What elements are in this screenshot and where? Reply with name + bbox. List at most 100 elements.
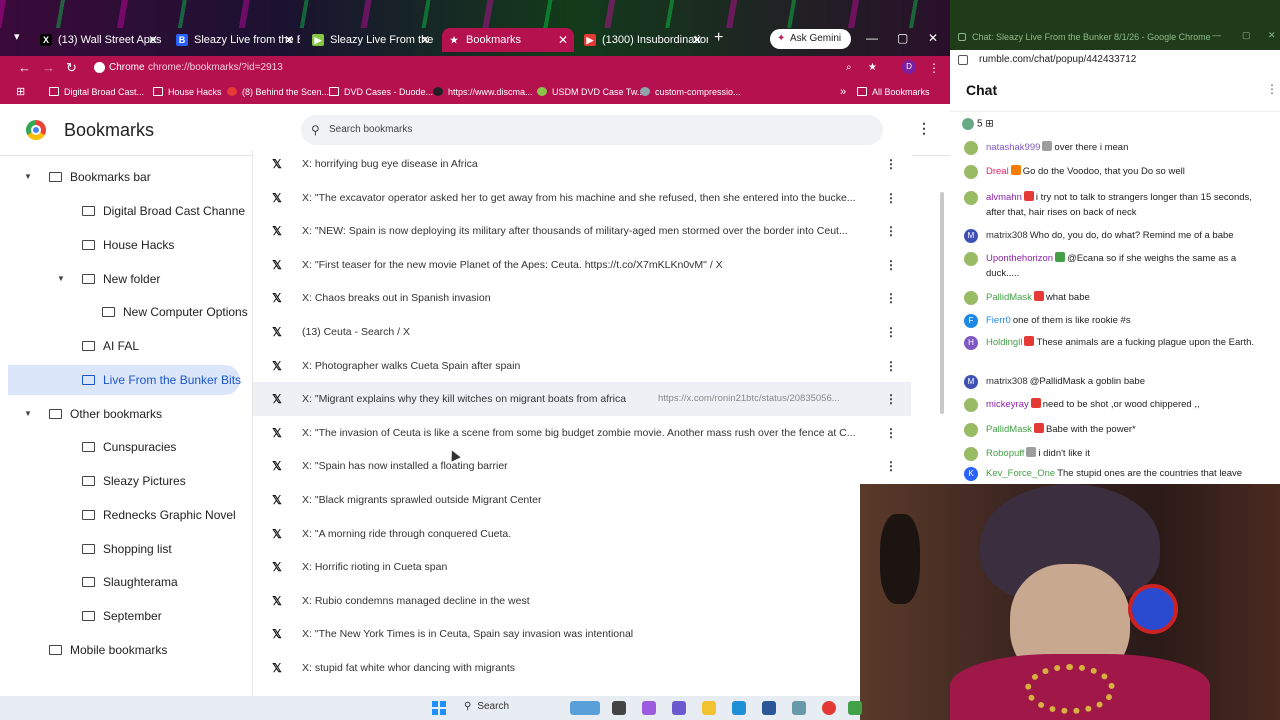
close-tab-icon[interactable]: ✕	[558, 28, 568, 52]
forward-arrow-icon[interactable]: →	[42, 56, 55, 80]
row-menu-icon[interactable]: ⋮	[885, 382, 897, 416]
chat-username[interactable]: Holdingll	[986, 337, 1022, 348]
minimize-icon[interactable]: —	[1212, 30, 1221, 40]
bookmark-row[interactable]: 𝕏 (13) Ceuta - Search / X ⋮	[253, 315, 911, 349]
bookmark-row[interactable]: 𝕏 X: "First teaser for the new movie Plan…	[253, 248, 911, 282]
user-avatar[interactable]	[964, 398, 978, 412]
bookmark-row[interactable]: 𝕏 X: "Migrant explains why they kill witc…	[253, 382, 911, 417]
sidebar-folder-item[interactable]: Live From the Bunker Bits	[8, 365, 241, 395]
bookmark-row[interactable]: 𝕏 X: "The excavator operator asked her to…	[253, 181, 911, 215]
user-avatar[interactable]: H	[964, 336, 978, 350]
sidebar-folder-item[interactable]: Cunspuracies	[8, 432, 240, 462]
tab-bookmarks[interactable]: ★ Bookmarks ✕	[442, 28, 574, 52]
user-avatar[interactable]: M	[964, 229, 978, 243]
bookmark-house-hacks[interactable]: House Hacks	[153, 80, 222, 104]
row-menu-icon[interactable]: ⋮	[885, 214, 897, 248]
bookmark-row[interactable]: 𝕏 X: "Spain has now installed a floating …	[253, 449, 911, 483]
user-avatar[interactable]	[964, 141, 978, 155]
bookmark-row[interactable]: 𝕏 X: "Black migrants sprawled outside Mig…	[253, 483, 911, 517]
sidebar-folder-item[interactable]: Rednecks Graphic Novel	[8, 500, 240, 530]
tab-sleazy-live-1[interactable]: B Sleazy Live from the Bun ✕	[170, 28, 300, 52]
bookmark-discma[interactable]: https://www.discma...	[433, 80, 533, 104]
user-avatar[interactable]: F	[964, 314, 978, 328]
close-window-icon[interactable]: ✕	[1268, 30, 1276, 41]
chat-username[interactable]: alvmahn	[986, 192, 1022, 203]
app-icon[interactable]	[792, 701, 806, 715]
reload-icon[interactable]: ↻	[66, 56, 77, 80]
bookmark-row[interactable]: 𝕏 X: "The New York Times is in Ceuta, Spa…	[253, 617, 911, 651]
list-scrollbar[interactable]	[940, 192, 944, 414]
chat-address-bar[interactable]: rumble.com/chat/popup/442433712	[950, 50, 1280, 70]
bookmark-row[interactable]: 𝕏 X: "NEW: Spain is now deploying its mil…	[253, 214, 911, 248]
taskbar-search[interactable]: ⚲ Search	[464, 701, 509, 712]
tab-search-chevron-icon[interactable]: ▾	[14, 30, 20, 43]
chat-username[interactable]: matrix308	[986, 230, 1028, 241]
user-avatar[interactable]	[964, 423, 978, 437]
close-tab-icon[interactable]: ✕	[284, 28, 294, 52]
chat-username[interactable]: Fierr0	[986, 315, 1011, 326]
bookmark-row[interactable]: 𝕏 X: Chaos breaks out in Spanish invasion…	[253, 281, 911, 315]
user-avatar[interactable]: K	[964, 467, 978, 481]
user-avatar[interactable]: M	[964, 375, 978, 389]
sidebar-folder-item[interactable]: ▼ Bookmarks bar	[8, 162, 240, 192]
row-menu-icon[interactable]: ⋮	[885, 449, 897, 483]
sidebar-folder-item[interactable]: Sleazy Pictures	[8, 466, 240, 496]
expand-arrow-icon[interactable]: ▼	[57, 264, 65, 294]
row-menu-icon[interactable]: ⋮	[885, 150, 897, 181]
sidebar-folder-item[interactable]: Mobile bookmarks	[8, 635, 240, 665]
user-avatar[interactable]	[964, 291, 978, 305]
address-bar[interactable]: Chrome chrome://bookmarks/?id=2913 ⌕ ★	[88, 58, 888, 78]
profile-avatar[interactable]: D	[902, 60, 916, 74]
bookmark-row[interactable]: 𝕏 X: horrifying bug eye disease in Africa…	[253, 150, 911, 181]
chat-username[interactable]: mickeyray	[986, 399, 1029, 410]
expand-arrow-icon[interactable]: ▼	[24, 162, 32, 192]
bookmark-row[interactable]: 𝕏 X: Horrific rioting in Cueta span	[253, 550, 911, 584]
widget-icon[interactable]	[570, 701, 600, 715]
search-bookmarks-input[interactable]: ⚲ Search bookmarks	[301, 115, 883, 145]
bookmark-row[interactable]: 𝕏 X: Rubio condemns managed decline in th…	[253, 584, 911, 618]
site-chip[interactable]: Chrome	[94, 58, 145, 78]
chat-username[interactable]: Kev_Force_One	[986, 468, 1055, 479]
maximize-icon[interactable]: ▢	[1242, 30, 1251, 41]
row-menu-icon[interactable]: ⋮	[885, 248, 897, 282]
ask-gemini-button[interactable]: ✦ Ask Gemini	[770, 29, 852, 49]
bookmark-row[interactable]: 𝕏 X: stupid fat white whor dancing with m…	[253, 651, 911, 685]
user-avatar[interactable]	[964, 165, 978, 179]
chrome-menu-icon[interactable]: ⋮	[928, 56, 940, 80]
user-avatar[interactable]	[964, 191, 978, 205]
chat-username[interactable]: PallidMask	[986, 292, 1032, 303]
bookmark-usdm-dvd[interactable]: USDM DVD Case Tw...	[537, 80, 644, 104]
app-icon[interactable]	[848, 701, 862, 715]
bookmark-behind-the-scenes[interactable]: (8) Behind the Scen...	[227, 80, 329, 104]
chat-username[interactable]: matrix308	[986, 376, 1028, 387]
organize-menu-icon[interactable]: ⋮	[917, 120, 931, 137]
edge-icon[interactable]	[732, 701, 746, 715]
sidebar-folder-item[interactable]: Slaughterama	[8, 567, 240, 597]
close-window-icon[interactable]: ✕	[928, 26, 938, 50]
all-bookmarks-button[interactable]: All Bookmarks	[857, 80, 930, 104]
back-arrow-icon[interactable]: ←	[18, 56, 31, 80]
row-menu-icon[interactable]: ⋮	[885, 181, 897, 215]
sidebar-folder-item[interactable]: AI FAL	[8, 331, 240, 361]
file-explorer-icon[interactable]	[702, 701, 716, 715]
chrome-taskbar-icon[interactable]	[822, 701, 836, 715]
bookmark-dvd-cases[interactable]: DVD Cases - Duode...	[329, 80, 433, 104]
bookmark-row[interactable]: 𝕏 X: "The invasion of Ceuta is like a sce…	[253, 416, 911, 450]
maximize-icon[interactable]: ▢	[897, 26, 908, 50]
close-tab-icon[interactable]: ✕	[420, 28, 430, 52]
sidebar-folder-item[interactable]: ▼ Other bookmarks	[8, 399, 240, 429]
row-menu-icon[interactable]: ⋮	[885, 416, 897, 450]
chat-username[interactable]: PallidMask	[986, 424, 1032, 435]
tab-wall-street-apes[interactable]: X (13) Wall Street Apes on ✕	[34, 28, 164, 52]
close-tab-icon[interactable]: ✕	[692, 28, 702, 52]
store-icon[interactable]	[762, 701, 776, 715]
chevron-double-right-icon[interactable]: »	[840, 80, 846, 104]
chat-menu-icon[interactable]: ⋮	[1266, 82, 1278, 96]
bookmark-row[interactable]: 𝕏 X: "A morning ride through conquered Cu…	[253, 517, 911, 551]
bookmark-digital-broad-cast[interactable]: Digital Broad Cast...	[49, 80, 144, 104]
copilot-icon[interactable]	[642, 701, 656, 715]
task-view-icon[interactable]	[612, 701, 626, 715]
chat-username[interactable]: natashak999	[986, 142, 1040, 153]
sidebar-folder-item[interactable]: New Computer Options	[8, 297, 248, 327]
row-menu-icon[interactable]: ⋮	[885, 281, 897, 315]
